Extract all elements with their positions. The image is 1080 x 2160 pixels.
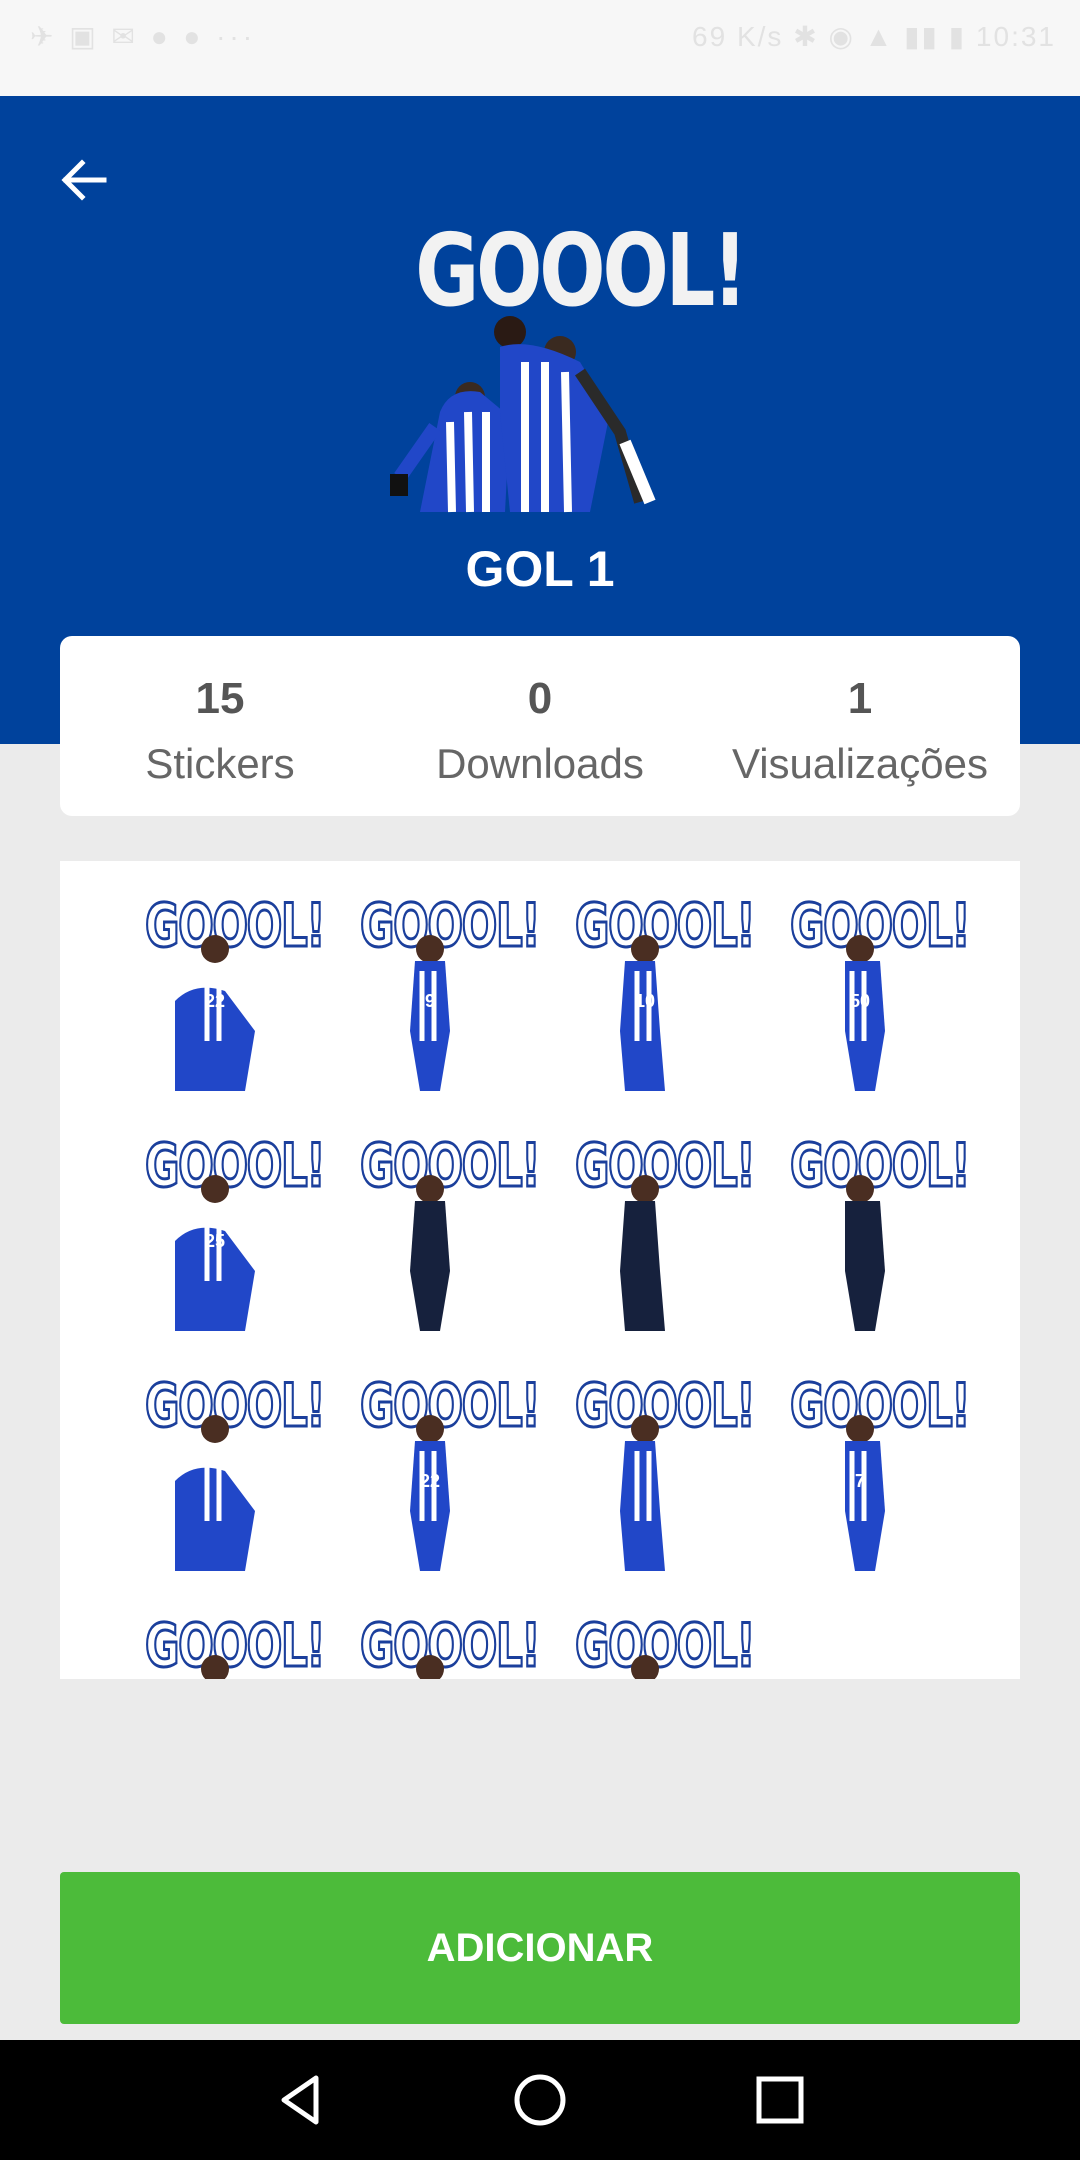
system-nav-bar bbox=[0, 2040, 1080, 2160]
stat-value: 15 bbox=[195, 674, 245, 723]
sticker-item[interactable]: GOOOL! 9 bbox=[330, 890, 542, 1091]
stat-views: 1 Visualizações bbox=[700, 636, 1020, 816]
stat-value: 0 bbox=[527, 674, 553, 723]
stats-card: 15 Stickers 0 Downloads 1 Visualizações bbox=[60, 636, 1020, 816]
sticker-item[interactable]: GOOOL! bbox=[115, 1370, 327, 1571]
sticker-item[interactable]: GOOOL! 25 bbox=[115, 1130, 327, 1331]
shirt-number: 7 bbox=[854, 1471, 865, 1491]
player-image bbox=[845, 1175, 885, 1331]
player-image bbox=[175, 1415, 255, 1571]
shirt-number: 22 bbox=[419, 1471, 441, 1491]
stat-label: Visualizações bbox=[731, 740, 989, 787]
status-bar: ✈ ▣ ✉ ● ● ··· 69 K/s ✱ ◉ ▲ ▮▮ ▮ 10:31 bbox=[0, 0, 1080, 96]
sticker-item[interactable]: GOOOL! bbox=[545, 1610, 757, 1679]
sticker-item[interactable]: GOOOL! bbox=[330, 1610, 542, 1679]
shirt-number: 25 bbox=[204, 1231, 226, 1251]
sticker-item[interactable]: GOOOL! bbox=[115, 1610, 327, 1679]
player-image bbox=[631, 1655, 659, 1679]
sticker-item[interactable]: GOOOL! bbox=[545, 1130, 757, 1331]
arrow-left-icon bbox=[61, 159, 107, 201]
square-recent-icon[interactable] bbox=[750, 2070, 810, 2130]
back-button[interactable] bbox=[54, 150, 114, 210]
shirt-number: 50 bbox=[849, 991, 871, 1011]
player-image bbox=[620, 1415, 665, 1571]
sticker-item[interactable]: GOOOL! bbox=[760, 1130, 972, 1331]
player-image bbox=[201, 1655, 229, 1679]
stat-label: Downloads bbox=[436, 740, 644, 787]
stat-label: Stickers bbox=[145, 740, 295, 787]
sticker-item[interactable]: GOOOL! 10 bbox=[545, 890, 757, 1091]
shirt-number: 9 bbox=[424, 991, 435, 1011]
player-image bbox=[410, 1175, 450, 1331]
pack-title: GOL 1 bbox=[465, 541, 615, 597]
sticker-grid: GOOOL! 22 GOOOL! 9 GOOOL! 10 GOOOL! 50 GOOOL! 25 G… bbox=[60, 861, 1020, 1679]
add-to-whatsapp-button[interactable]: ADICIONAR bbox=[60, 1872, 1020, 2024]
circle-home-icon[interactable] bbox=[510, 2070, 570, 2130]
celebration-image bbox=[390, 316, 656, 513]
status-icons-left: ✈ ▣ ✉ ● ● ··· bbox=[30, 21, 257, 52]
stat-downloads: 0 Downloads bbox=[380, 636, 700, 816]
stat-stickers: 15 Stickers bbox=[60, 636, 380, 816]
sticker-item[interactable]: GOOOL! 22 bbox=[115, 890, 327, 1091]
shirt-number: 22 bbox=[204, 991, 226, 1011]
sticker-item[interactable]: GOOOL! 22 bbox=[330, 1370, 542, 1571]
shirt-number: 10 bbox=[634, 991, 656, 1011]
stat-value: 1 bbox=[847, 674, 873, 723]
sticker-item[interactable]: GOOOL! 50 bbox=[760, 890, 972, 1091]
sticker-item[interactable]: GOOOL! bbox=[545, 1370, 757, 1571]
pack-tray-image: GOOOL! bbox=[380, 212, 748, 522]
sticker-item[interactable]: GOOOL! 7 bbox=[760, 1370, 972, 1571]
player-image bbox=[416, 1655, 444, 1679]
player-image bbox=[620, 1175, 665, 1331]
status-icons-right: 69 K/s ✱ ◉ ▲ ▮▮ ▮ 10:31 bbox=[692, 21, 1056, 52]
triangle-back-icon[interactable] bbox=[272, 2070, 332, 2130]
sticker-item[interactable]: GOOOL! bbox=[330, 1130, 542, 1331]
